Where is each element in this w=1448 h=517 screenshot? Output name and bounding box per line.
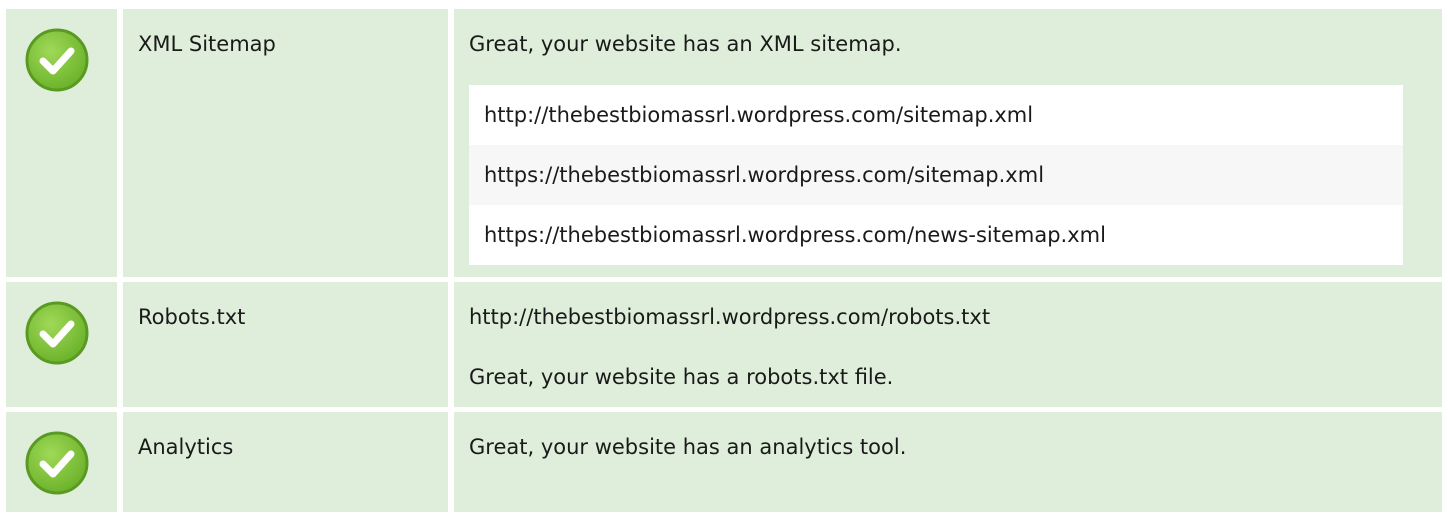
seo-checks-table: XML Sitemap Great, your website has an X… [6,9,1442,517]
sitemap-url-item: http://thebestbiomassrl.wordpress.com/si… [469,85,1403,145]
check-label: Robots.txt [123,282,448,407]
check-circle-icon [25,28,89,92]
status-cell [6,282,117,407]
robots-url: http://thebestbiomassrl.wordpress.com/ro… [469,305,991,329]
check-row-analytics: Analytics Great, your website has an ana… [6,412,1442,512]
status-cell [6,9,117,277]
check-content: Great, your website has an XML sitemap. … [454,9,1442,277]
check-row-robots-txt: Robots.txt http://thebestbiomassrl.wordp… [6,282,1442,407]
check-circle-icon [25,301,89,365]
sitemap-url-item: https://thebestbiomassrl.wordpress.com/s… [469,145,1403,205]
check-message: Great, your website has a robots.txt fil… [469,365,894,389]
check-content: http://thebestbiomassrl.wordpress.com/ro… [454,282,1442,407]
status-cell [6,412,117,512]
check-label: Analytics [123,412,448,512]
check-row-xml-sitemap: XML Sitemap Great, your website has an X… [6,9,1442,277]
check-message: Great, your website has an XML sitemap. [469,32,902,56]
check-circle-icon [25,431,89,495]
sitemap-url-item: https://thebestbiomassrl.wordpress.com/n… [469,205,1403,265]
check-message: Great, your website has an analytics too… [469,435,907,459]
check-label: XML Sitemap [123,9,448,277]
check-content: Great, your website has an analytics too… [454,412,1442,512]
sitemap-url-list: http://thebestbiomassrl.wordpress.com/si… [469,85,1403,265]
